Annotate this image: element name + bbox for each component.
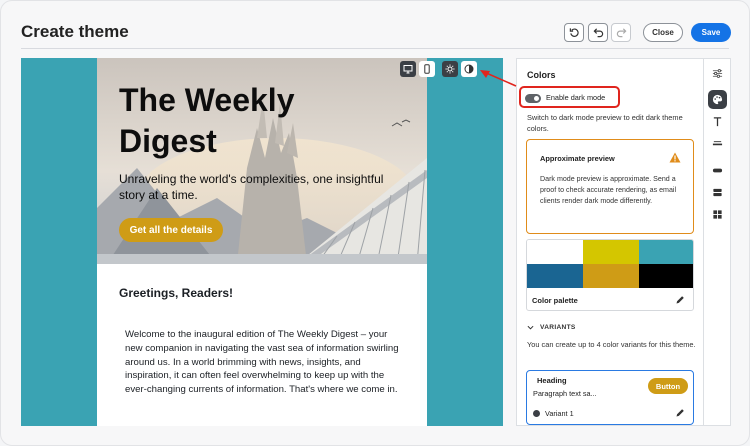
hero-cta-button[interactable]: Get all the details (119, 218, 223, 242)
tool-rail (703, 58, 731, 426)
panel-title: Colors (527, 70, 556, 80)
edit-palette-icon[interactable] (675, 295, 685, 305)
palette-swatch (527, 264, 583, 288)
light-mode-button[interactable] (442, 61, 458, 77)
palette-swatch (639, 264, 693, 288)
variant-name: Variant 1 (545, 409, 574, 418)
reset-button[interactable] (564, 23, 584, 42)
divider-icon (712, 141, 723, 146)
preview-canvas: The Weekly Digest Unraveling the world's… (21, 58, 503, 426)
variants-heading: VARIANTS (540, 324, 576, 331)
container-icon (713, 188, 722, 197)
chevron-down-icon (527, 325, 534, 330)
window: Create theme Close Save The Weekly Diges… (0, 0, 750, 446)
warning-icon (669, 152, 681, 163)
redo-button[interactable] (611, 23, 631, 42)
palette-icon (712, 94, 723, 105)
variants-toggle[interactable]: VARIANTS (527, 324, 576, 331)
hero-title: The Weekly Digest (119, 82, 295, 159)
colors-panel: Colors Enable dark mode Switch to dark m… (516, 58, 704, 426)
text-icon (713, 117, 722, 127)
palette-label: Color palette (532, 296, 578, 305)
palette-swatch (583, 264, 639, 288)
palette-swatch (583, 240, 639, 264)
rail-typography[interactable] (708, 112, 727, 131)
email-preview: The Weekly Digest Unraveling the world's… (97, 58, 427, 426)
contrast-icon (464, 64, 474, 74)
rail-settings[interactable] (708, 64, 727, 83)
save-button[interactable]: Save (691, 23, 731, 42)
rail-dividers[interactable] (708, 134, 727, 153)
reset-icon (569, 28, 579, 37)
variant-card[interactable]: Heading Paragraph text sa... Button Vari… (526, 370, 694, 425)
body-paragraph: Welcome to the inaugural edition of The … (125, 329, 399, 396)
palette-swatch (527, 240, 583, 264)
undo-icon (593, 28, 603, 38)
rail-layouts[interactable] (708, 205, 727, 224)
page-title: Create theme (21, 22, 129, 41)
hero-subtitle: Unraveling the world's complexities, one… (119, 172, 384, 202)
rail-containers[interactable] (708, 183, 727, 202)
header-divider (21, 48, 729, 49)
alert-text: Dark mode preview is approximate. Send a… (540, 175, 677, 206)
dark-mode-description: Switch to dark mode preview to edit dark… (527, 113, 683, 133)
variants-description: You can create up to 4 color variants fo… (527, 340, 696, 349)
approximate-preview-alert: Approximate preview Dark mode preview is… (526, 139, 694, 234)
toggle-knob (534, 96, 539, 101)
variant-paragraph: Paragraph text sa... (533, 389, 597, 398)
dark-mode-preview-button[interactable] (461, 61, 477, 77)
dark-mode-toggle[interactable] (525, 94, 541, 103)
preview-toolbar (400, 61, 477, 77)
undo-button[interactable] (588, 23, 608, 42)
alert-title: Approximate preview (540, 154, 615, 163)
sun-icon (445, 64, 455, 74)
button-icon (712, 168, 723, 173)
edit-variant-icon[interactable] (675, 408, 685, 418)
greeting-heading: Greetings, Readers! (119, 286, 234, 300)
mobile-view-button[interactable] (419, 61, 435, 77)
rail-buttons[interactable] (708, 161, 727, 180)
grid-icon (713, 210, 722, 219)
desktop-view-button[interactable] (400, 61, 416, 77)
variant-radio[interactable] (533, 410, 540, 417)
close-button[interactable]: Close (643, 23, 683, 42)
variant-button-sample: Button (648, 378, 688, 394)
color-palette-card[interactable]: Color palette (526, 239, 694, 311)
mobile-icon (424, 64, 430, 74)
dark-mode-label: Enable dark mode (546, 93, 606, 102)
variant-heading: Heading (537, 376, 567, 385)
redo-icon (616, 28, 626, 38)
sliders-icon (712, 69, 723, 78)
rail-colors[interactable] (708, 90, 727, 109)
desktop-icon (403, 65, 413, 74)
hero-banner: The Weekly Digest Unraveling the world's… (97, 58, 427, 264)
palette-swatch (639, 240, 693, 264)
